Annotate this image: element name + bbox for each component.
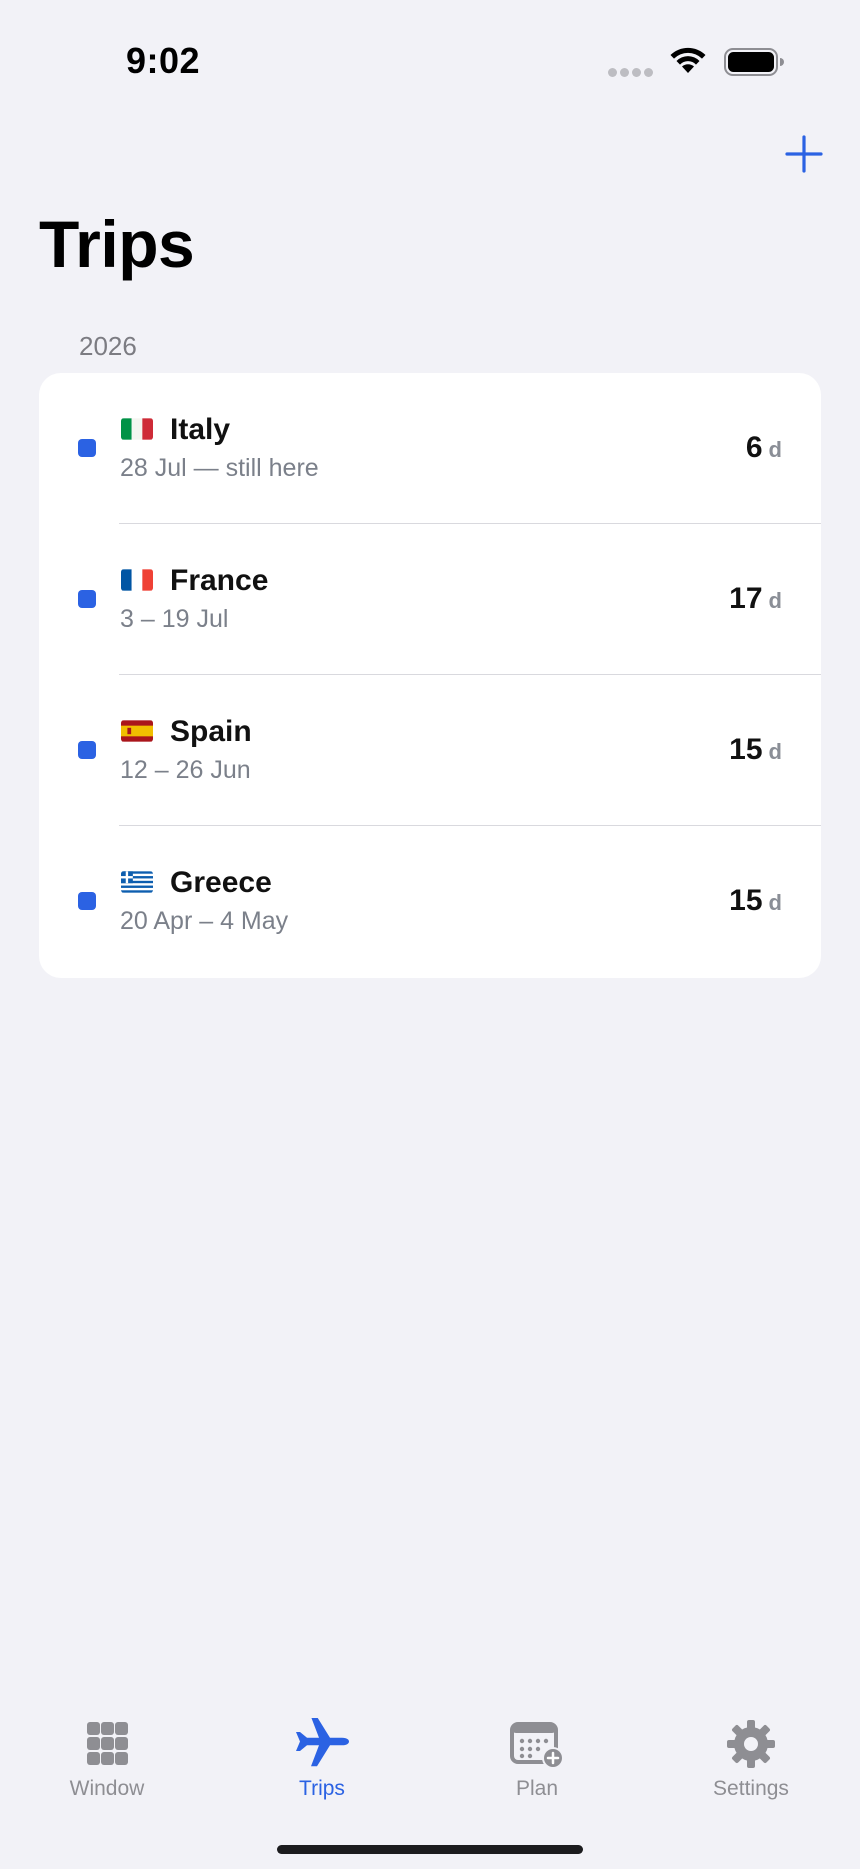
trip-row-greece[interactable]: Greece 20 Apr – 4 May 15 d [39,826,821,977]
spain-flag-icon [121,720,153,742]
trip-country: Italy [170,413,231,446]
battery-icon [724,48,784,76]
trip-days-unit: d [768,588,782,613]
trip-row-spain[interactable]: Spain 12 – 26 Jun 15 d [39,675,821,826]
trips-screen: 9:02 Trips 2026 Italy 28 Jul — still her… [0,0,860,1869]
trip-list: Italy 28 Jul — still here 6 d France 3 –… [39,373,821,978]
trip-days-count: 15 [729,884,763,917]
trip-color-marker [78,892,96,910]
section-header-year: 2026 [79,331,137,361]
tab-label: Settings [713,1777,789,1800]
trip-color-marker [78,741,96,759]
trip-days-unit: d [768,739,782,764]
trip-duration: 15 d [729,733,782,767]
tab-label: Plan [515,1777,559,1800]
trip-dates: 3 – 19 Jul [120,605,229,633]
grid-icon [87,1722,128,1765]
france-flag-icon [121,569,153,591]
trip-duration: 6 d [746,431,782,465]
tab-trips[interactable]: Trips [242,1700,402,1810]
tab-label: Trips [299,1777,345,1800]
italy-flag-icon [121,418,153,440]
tab-bar: Window Trips Plan Settings [0,1700,860,1820]
page-title: Trips [39,207,195,281]
trip-row-france[interactable]: France 3 – 19 Jul 17 d [39,524,821,675]
trip-dates: 12 – 26 Jun [120,756,251,784]
greece-flag-icon [121,871,153,893]
trip-days-count: 15 [729,733,763,766]
airplane-icon [296,1718,349,1767]
trip-dates: 28 Jul — still here [120,454,319,482]
status-time: 9:02 [126,40,201,81]
tab-plan[interactable]: Plan [457,1700,617,1810]
trip-country: Spain [170,715,252,748]
gear-icon [727,1720,775,1768]
trip-country: Greece [170,866,272,899]
trip-duration: 17 d [729,582,782,616]
trip-days-unit: d [768,437,782,462]
trip-days-count: 17 [729,582,763,615]
tab-label: Window [69,1777,145,1800]
tab-settings[interactable]: Settings [671,1700,831,1810]
plus-icon [785,135,823,173]
trip-duration: 15 d [729,884,782,918]
trip-color-marker [78,590,96,608]
tab-window[interactable]: Window [27,1700,187,1810]
trip-row-italy[interactable]: Italy 28 Jul — still here 6 d [39,373,821,524]
trip-dates: 20 Apr – 4 May [120,907,289,935]
trip-country: France [170,564,269,597]
trip-days-unit: d [768,890,782,915]
add-trip-button[interactable] [784,134,824,174]
home-indicator[interactable] [277,1845,583,1854]
trip-color-marker [78,439,96,457]
trip-days-count: 6 [745,431,763,464]
cellular-signal-icon [608,68,654,78]
calendar-add-icon [510,1722,564,1769]
wifi-icon [670,47,706,73]
